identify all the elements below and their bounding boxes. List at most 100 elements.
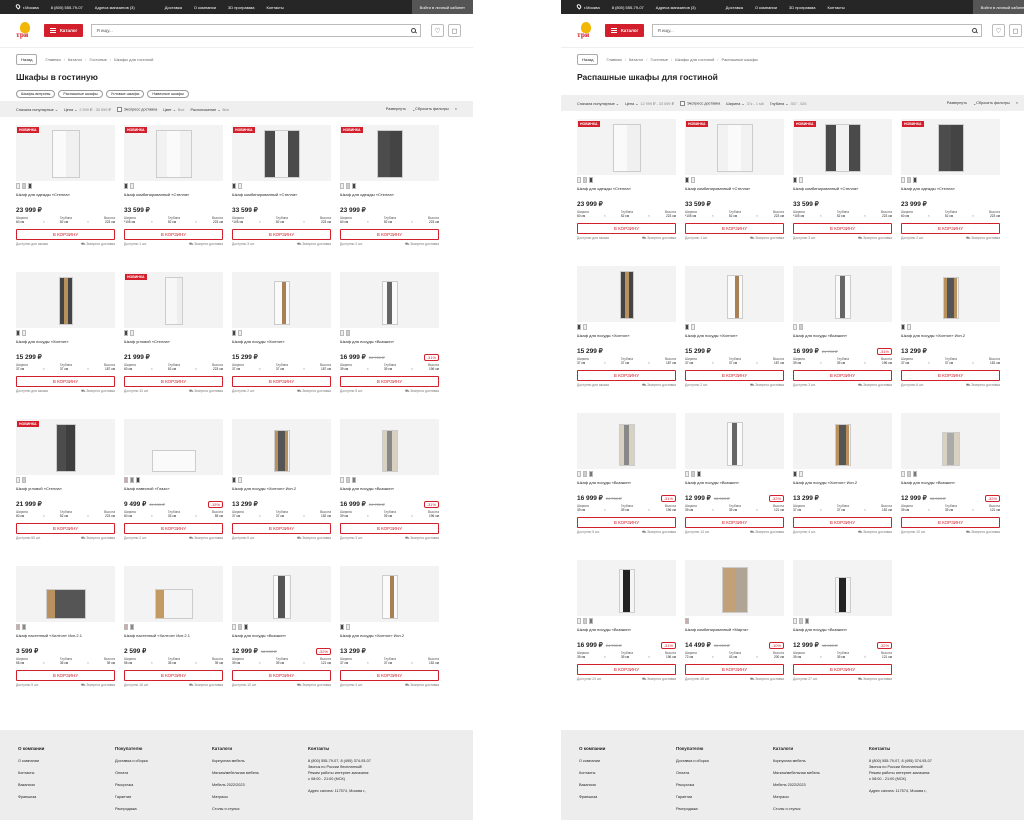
product-name[interactable]: Шкаф для посуды «Вьюжин» [577,480,676,490]
color-swatch[interactable] [907,177,911,183]
product-name[interactable]: Шкаф для одежды «Стелла» [577,186,676,196]
product-image[interactable]: НОВИНКА [685,119,784,175]
product-card[interactable]: НОВИНКА Шкаф комбинированный «Стелла» 33 5… [124,125,223,272]
product-image[interactable]: НОВИНКА [124,272,223,328]
product-image[interactable] [16,566,115,622]
checkbox-icon[interactable] [116,106,122,112]
footer-link[interactable]: Корпусная мебель [212,759,308,763]
expand-filters-button[interactable]: Развернуть [947,101,967,106]
delivery-link[interactable]: Доставка [726,5,743,10]
add-to-cart-button[interactable]: В КОРЗИНУ [793,223,892,234]
breadcrumb-item[interactable]: Главная [45,57,60,62]
add-to-cart-button[interactable]: В КОРЗИНУ [124,523,223,534]
product-card[interactable]: НОВИНКА Шкаф для одежды «Стелла» 23 999 ₽ Ш… [16,125,115,272]
product-image[interactable] [901,266,1000,322]
color-swatch[interactable] [799,471,803,477]
color-swatch[interactable] [238,183,242,189]
product-name[interactable]: Шкаф для посуды «Вьюжин» [340,486,439,496]
product-name[interactable]: Шкаф для посуды «Хилтон» [16,339,115,349]
express-checkbox[interactable]: Экспресс доставка [116,106,157,112]
footer-link[interactable]: Франшиза [18,795,115,799]
product-card[interactable]: Шкаф для посуды «Хилтон» 15 299 ₽ Ширина 37… [16,272,115,419]
breadcrumb-item[interactable]: Главная [606,57,621,62]
phone-link[interactable]: 8 (800) 555-79-07 [612,5,644,10]
product-card[interactable]: НОВИНКА Шкаф для одежды «Стелла» 23 999 ₽ Ш… [901,119,1000,266]
color-swatch[interactable] [124,624,128,630]
color-swatch[interactable] [577,471,581,477]
color-swatch[interactable] [793,618,797,624]
logo[interactable]: три [577,21,597,41]
color-swatch[interactable] [22,183,26,189]
search-icon[interactable] [972,28,977,33]
color-swatch[interactable] [805,618,809,624]
product-card[interactable]: Шкаф для посуды «Вьюжин» 12 999 ₽18 000 ₽… [232,566,331,713]
product-card[interactable]: Шкаф для посуды «Вьюжин» 12 999 ₽18 000 ₽… [901,413,1000,560]
product-image[interactable] [232,566,331,622]
color-swatch[interactable] [238,624,242,630]
product-image[interactable] [577,266,676,322]
product-name[interactable]: Шкаф для одежды «Стелла» [901,186,1000,196]
color-swatch[interactable] [16,477,20,483]
reset-filters-button[interactable]: Сбросить фильтры [976,101,1010,106]
close-icon[interactable]: × [455,107,457,112]
location-filter[interactable]: Расположение ⌄ Все [190,107,229,112]
color-swatch[interactable] [16,183,20,189]
search-input[interactable]: Я ищу... [91,24,421,37]
product-card[interactable]: Шкаф для посуды «Вьюжин» 16 999 ₽24 700 ₽… [340,272,439,419]
product-card[interactable]: НОВИНКА Шкаф комбинированный «Стелла» 33 5… [793,119,892,266]
footer-link[interactable]: Доставка и сборка [115,759,212,763]
add-to-cart-button[interactable]: В КОРЗИНУ [577,664,676,675]
color-swatch[interactable] [907,471,911,477]
footer-link[interactable]: Вакансии [18,783,115,787]
product-card[interactable]: Шкаф настенный «Хилтон» Исп.2.1 2 599 ₽ Ши… [124,566,223,713]
expand-filters-button[interactable]: Развернуть [386,107,406,112]
color-swatch[interactable] [583,618,587,624]
product-card[interactable]: Шкаф для посуды «Вьюжин» 16 999 ₽24 700 ₽… [577,413,676,560]
search-input[interactable]: Я ищу... [652,24,982,37]
contacts-link[interactable]: Контакты [266,5,283,10]
color-swatch[interactable] [685,324,689,330]
color-swatch[interactable] [577,324,581,330]
add-to-cart-button[interactable]: В КОРЗИНУ [340,376,439,387]
footer-link[interactable]: Оплата [676,771,773,775]
product-card[interactable]: Шкаф для посуды «Вьюжин» 16 999 ₽24 700 ₽… [793,266,892,413]
product-image[interactable] [340,419,439,475]
color-swatch[interactable] [697,471,701,477]
cart-bag-icon[interactable]: ◻ [448,24,461,37]
product-image[interactable] [793,413,892,469]
add-to-cart-button[interactable]: В КОРЗИНУ [901,370,1000,381]
add-to-cart-button[interactable]: В КОРЗИНУ [901,223,1000,234]
product-name[interactable]: Шкаф для посуды «Хилтон» [577,333,676,343]
color-swatch[interactable] [685,177,689,183]
login-button[interactable]: Войти в личный кабинет [411,0,473,14]
phone-link[interactable]: 8 (800) 555-79-07 [51,5,83,10]
product-card[interactable]: Шкаф для посуды «Вьюжин» 12 999 ₽18 000 ₽… [793,560,892,707]
back-button[interactable]: Назад [16,53,38,65]
color-filter[interactable]: Цвет ⌄ Все [163,107,184,112]
product-name[interactable]: Шкаф для посуды «Хилтон» Исп.2 [232,486,331,496]
color-swatch[interactable] [793,471,797,477]
color-swatch[interactable] [340,477,344,483]
color-swatch[interactable] [799,324,803,330]
about-link[interactable]: О компании [194,5,216,10]
add-to-cart-button[interactable]: В КОРЗИНУ [16,229,115,240]
product-card[interactable]: Шкаф для посуды «Хилтон» 15 299 ₽ Ширина 37… [232,272,331,419]
color-swatch[interactable] [346,624,350,630]
color-swatch[interactable] [136,477,140,483]
product-card[interactable]: Шкаф для посуды «Хилтон» Исп.2 13 299 ₽ Ши… [232,419,331,566]
3d-program-link[interactable]: 3D программа [789,5,815,10]
color-swatch[interactable] [589,177,593,183]
color-swatch[interactable] [907,324,911,330]
product-name[interactable]: Шкаф для посуды «Хилтон» Исп.2 [793,480,892,490]
product-name[interactable]: Шкаф комбинированный «Стелла» [232,192,331,202]
stores-link[interactable]: Адреса магазинов (3) [95,5,135,10]
product-image[interactable] [793,266,892,322]
product-name[interactable]: Шкаф комбинированный «Марта» [685,627,784,637]
sort-dropdown[interactable]: Сначала популярные ⌄ [577,101,619,106]
product-name[interactable]: Шкаф угловой «Стелла» [16,486,115,496]
product-image[interactable] [685,266,784,322]
add-to-cart-button[interactable]: В КОРЗИНУ [577,223,676,234]
product-name[interactable]: Шкаф для одежды «Стелла» [16,192,115,202]
color-swatch[interactable] [577,177,581,183]
add-to-cart-button[interactable]: В КОРЗИНУ [793,370,892,381]
